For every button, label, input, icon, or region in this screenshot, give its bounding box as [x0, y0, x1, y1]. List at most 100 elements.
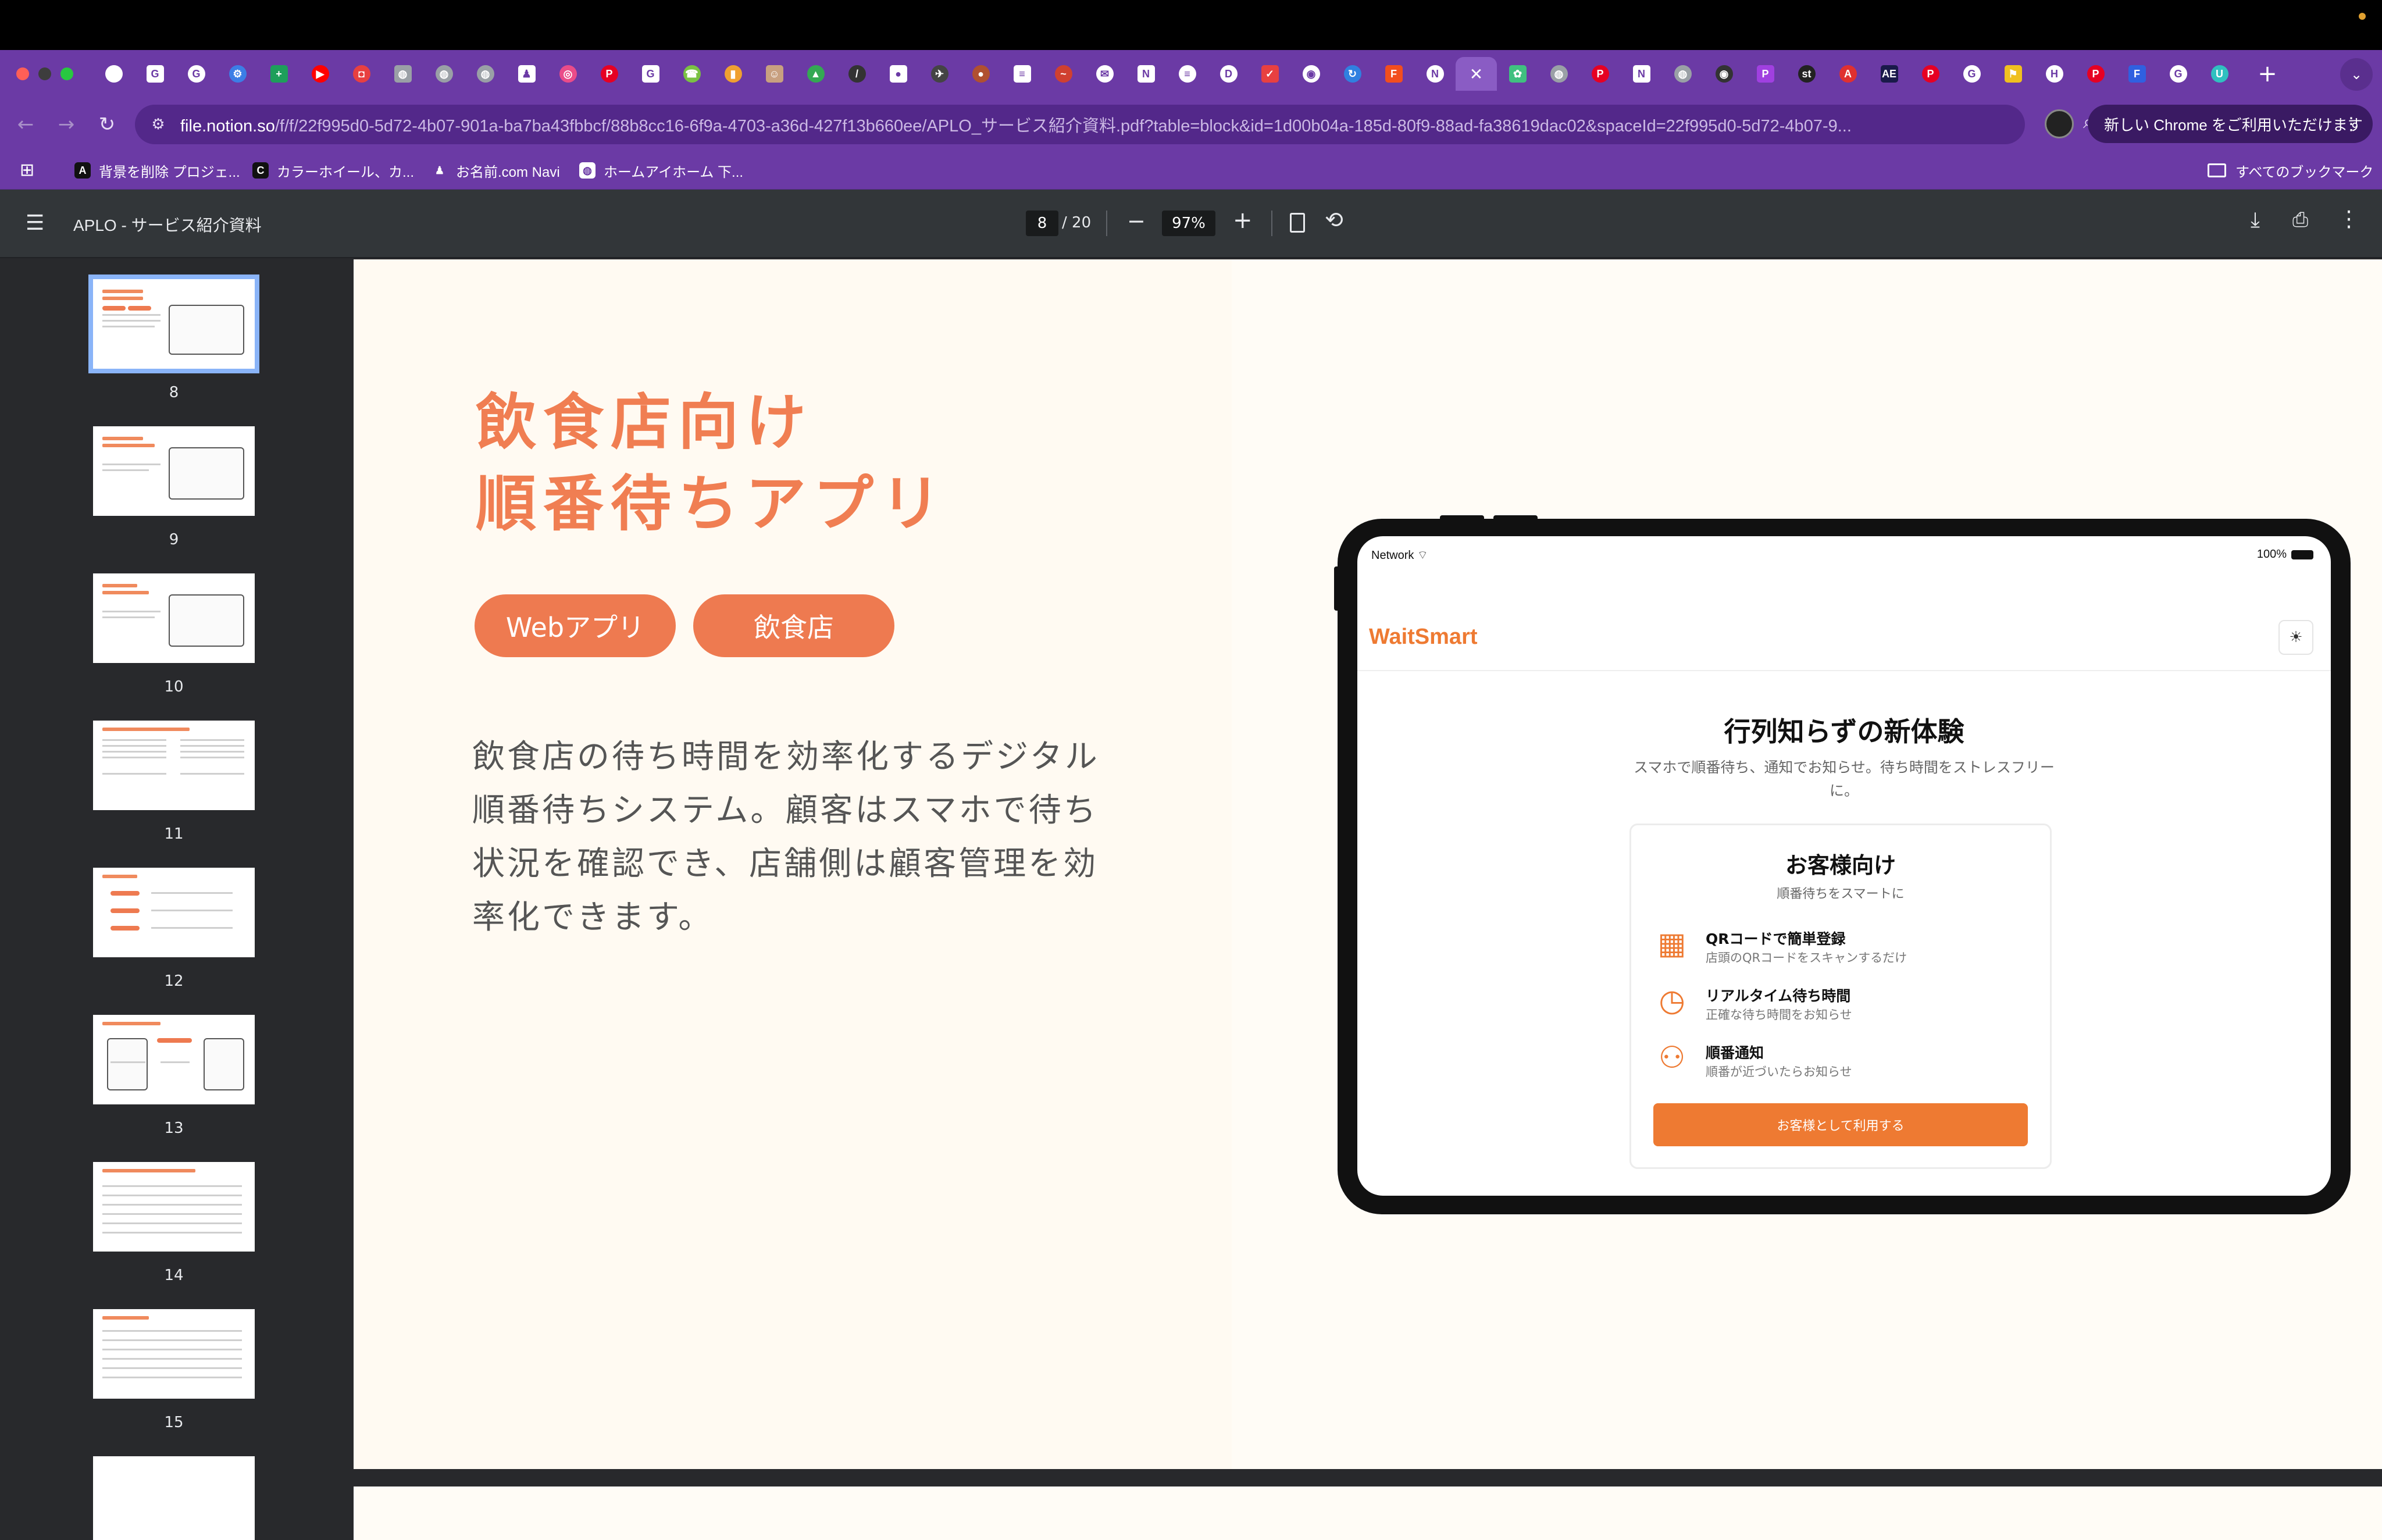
tab[interactable]: D [1208, 57, 1249, 91]
tab[interactable]: ◉ [1703, 57, 1745, 91]
window-minimize-button[interactable] [38, 67, 51, 80]
tab-active[interactable]: ✕ [1456, 57, 1497, 91]
tab[interactable]: P [589, 57, 630, 91]
thumbnail-decor [102, 773, 166, 775]
window-zoom-button[interactable] [60, 67, 73, 80]
tab[interactable]: F [1373, 57, 1414, 91]
zoom-level-input[interactable]: 97% [1162, 211, 1215, 236]
tab[interactable]: ✿ [1497, 57, 1538, 91]
tab[interactable]: F [2116, 57, 2158, 91]
page-thumbnail[interactable] [88, 275, 259, 373]
tab[interactable]: ♟ [506, 57, 547, 91]
tab[interactable]: ⚙ [217, 57, 258, 91]
tab[interactable]: ◉ [1290, 57, 1332, 91]
tab[interactable]: ◍ [1662, 57, 1703, 91]
chrome-menu-icon[interactable]: ⋮ [2342, 114, 2360, 134]
profile-avatar[interactable] [2045, 109, 2074, 138]
tab[interactable]: G [2158, 57, 2199, 91]
tab[interactable]: G [1951, 57, 1992, 91]
tab[interactable] [93, 57, 134, 91]
tab[interactable]: ● [878, 57, 919, 91]
tab[interactable]: P [1910, 57, 1951, 91]
tab[interactable]: ✉ [1084, 57, 1125, 91]
zoom-out-button[interactable]: − [1127, 208, 1146, 234]
tab[interactable]: ● [960, 57, 1001, 91]
tab[interactable]: ↻ [1332, 57, 1373, 91]
thumbnail-decor [102, 1222, 242, 1224]
page-thumbnail[interactable] [93, 868, 255, 957]
thumbnail-sidebar[interactable]: 8 9 10 11 12 13 14 15 [0, 258, 351, 1540]
tab[interactable]: H [2034, 57, 2075, 91]
all-bookmarks-button[interactable]: すべてのブックマーク [2208, 159, 2373, 181]
tab[interactable]: G [134, 57, 176, 91]
tab[interactable]: ▲ [795, 57, 836, 91]
tab[interactable]: U [2199, 57, 2240, 91]
tab[interactable]: ✈ [919, 57, 960, 91]
tab[interactable]: ▮ [712, 57, 754, 91]
customer-card: お客様向け 順番待ちをスマートに ▦ QRコードで簡単登録 店頭のQRコードをス… [1629, 824, 2052, 1169]
tab[interactable]: ◍ [382, 57, 423, 91]
page-thumbnail[interactable] [93, 1456, 255, 1540]
tab[interactable]: P [1745, 57, 1786, 91]
tab-close-icon[interactable]: ✕ [1470, 65, 1483, 84]
page-thumbnail[interactable] [93, 426, 255, 516]
page-thumbnail[interactable] [93, 721, 255, 810]
tab[interactable]: ~ [1043, 57, 1084, 91]
tab[interactable]: ✓ [1249, 57, 1290, 91]
tab[interactable]: ◎ [547, 57, 589, 91]
tab[interactable]: N [1621, 57, 1662, 91]
slide-description: 飲食店の待ち時間を効率化するデジタル順番待ちシステム。顧客はスマホで待ち状況を確… [472, 738, 1100, 936]
tab[interactable]: G [176, 57, 217, 91]
thumbnail-decor [102, 306, 126, 311]
tab[interactable]: G [630, 57, 671, 91]
chrome-update-button[interactable]: 新しい Chrome をご利用いただけます ⋮ [2088, 105, 2373, 143]
fit-page-icon[interactable] [1290, 213, 1305, 233]
tab[interactable]: ☎ [671, 57, 712, 91]
bookmark-item[interactable]: ♟ お名前.com Navi [432, 159, 560, 181]
tab[interactable]: ≡ [1167, 57, 1208, 91]
tab[interactable]: ≡ [1001, 57, 1043, 91]
site-info-icon[interactable]: ⚙ [147, 113, 170, 136]
tab[interactable]: N [1125, 57, 1167, 91]
more-options-icon[interactable]: ⋮ [2338, 206, 2360, 231]
forward-button[interactable]: → [50, 108, 83, 141]
feature-title: 順番通知 [1706, 1045, 1764, 1061]
apps-grid-icon[interactable]: ⊞ [20, 161, 40, 180]
print-icon[interactable]: ⎙ [2292, 208, 2308, 231]
tab[interactable]: AE [1868, 57, 1910, 91]
tab[interactable]: ☺ [754, 57, 795, 91]
page-thumbnail[interactable] [93, 1162, 255, 1252]
tab[interactable]: ▶ [299, 57, 341, 91]
tab[interactable]: / [836, 57, 878, 91]
back-button[interactable]: ← [9, 108, 42, 141]
tab[interactable]: ◘ [341, 57, 382, 91]
tab[interactable]: A [1827, 57, 1868, 91]
page-thumbnail[interactable] [93, 1015, 255, 1104]
tab[interactable]: N [1414, 57, 1456, 91]
new-tab-button[interactable]: + [2251, 57, 2284, 91]
sidebar-menu-icon[interactable]: ☰ [26, 213, 44, 234]
page-thumbnail[interactable] [93, 1309, 255, 1399]
tab[interactable]: st [1786, 57, 1827, 91]
tab[interactable]: ◍ [1538, 57, 1579, 91]
zoom-in-button[interactable]: + [1233, 207, 1253, 234]
tab-search-button[interactable]: ⌄ [2340, 58, 2373, 91]
globe-icon: ◍ [435, 65, 453, 83]
tab[interactable]: P [1579, 57, 1621, 91]
reload-button[interactable]: ↻ [91, 108, 123, 141]
tab[interactable]: ⚑ [1992, 57, 2034, 91]
address-bar[interactable]: ⚙ file.notion.so/f/f/22f995d0-5d72-4b07-… [135, 105, 2141, 144]
download-icon[interactable]: ⤓ [2251, 208, 2260, 233]
tab[interactable]: ◍ [465, 57, 506, 91]
bookmark-item[interactable]: A 背景を削除 プロジェ... [74, 159, 240, 181]
url-text[interactable]: file.notion.so/f/f/22f995d0-5d72-4b07-90… [180, 112, 1925, 137]
bookmark-item[interactable]: ◍ ホームアイホーム 下... [579, 159, 743, 181]
window-close-button[interactable] [16, 67, 29, 80]
tab[interactable]: + [258, 57, 299, 91]
rotate-icon[interactable]: ⟲ [1325, 207, 1343, 233]
page-number-input[interactable]: 8 [1026, 211, 1058, 236]
tab[interactable]: ◍ [423, 57, 465, 91]
bookmark-item[interactable]: C カラーホイール、カ... [252, 159, 414, 181]
page-thumbnail[interactable] [93, 573, 255, 663]
tab[interactable]: P [2075, 57, 2116, 91]
